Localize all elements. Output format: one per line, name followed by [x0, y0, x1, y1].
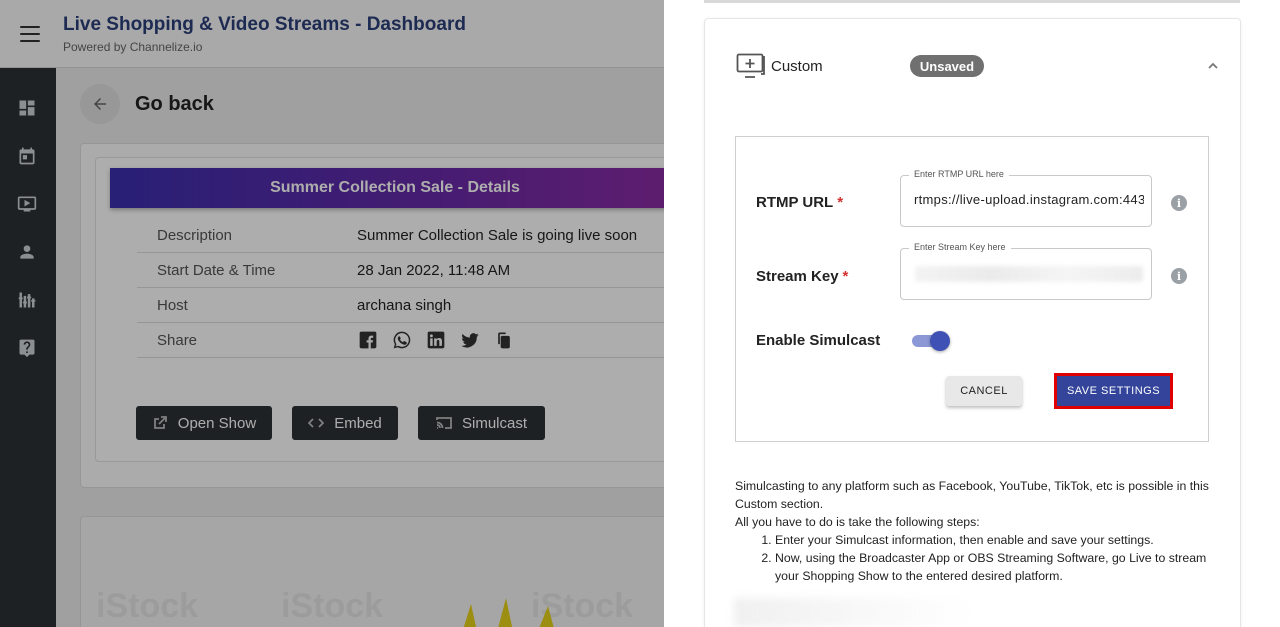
info-icon[interactable]: i: [1171, 268, 1187, 284]
required-asterisk: *: [842, 268, 849, 285]
list-item: Now, using the Broadcaster App or OBS St…: [775, 549, 1215, 585]
help-line: Simulcasting to any platform such as Fac…: [735, 479, 1209, 511]
toggle-knob[interactable]: [930, 331, 950, 351]
simulcast-drawer: Custom Unsaved RTMP URL * Enter RTMP URL …: [664, 0, 1280, 627]
info-icon[interactable]: i: [1171, 195, 1187, 211]
help-steps: Enter your Simulcast information, then e…: [775, 531, 1215, 585]
list-item: Enter your Simulcast information, then e…: [775, 531, 1215, 549]
stream-key-label-text: Stream Key: [756, 268, 839, 285]
stream-key-legend: Enter Stream Key here: [909, 242, 1011, 252]
save-settings-button[interactable]: SAVE SETTINGS: [1057, 376, 1170, 406]
chevron-up-icon[interactable]: [1206, 59, 1220, 73]
rtmp-url-field[interactable]: Enter RTMP URL here: [900, 169, 1152, 227]
cancel-button[interactable]: CANCEL: [946, 376, 1022, 406]
rtmp-url-legend: Enter RTMP URL here: [909, 169, 1009, 179]
save-button-highlight: SAVE SETTINGS: [1054, 373, 1173, 409]
required-asterisk: *: [837, 194, 844, 211]
rtmp-url-label-text: RTMP URL: [756, 194, 834, 211]
stream-key-field[interactable]: Enter Stream Key here: [900, 242, 1152, 300]
panel-title[interactable]: Custom: [771, 58, 823, 75]
stream-key-label: Stream Key *: [756, 268, 848, 285]
stream-key-value-redacted[interactable]: [915, 266, 1143, 282]
help-text: Simulcasting to any platform such as Fac…: [735, 477, 1215, 585]
help-line: All you have to do is take the following…: [735, 515, 980, 529]
enable-simulcast-toggle[interactable]: [912, 331, 950, 351]
divider: [704, 0, 1240, 3]
rtmp-url-label: RTMP URL *: [756, 194, 843, 211]
scroll-fade: [734, 598, 974, 627]
rtmp-url-input[interactable]: [914, 192, 1144, 207]
add-to-queue-icon: [736, 53, 766, 79]
status-badge: Unsaved: [910, 55, 984, 77]
enable-simulcast-label: Enable Simulcast: [756, 332, 881, 349]
